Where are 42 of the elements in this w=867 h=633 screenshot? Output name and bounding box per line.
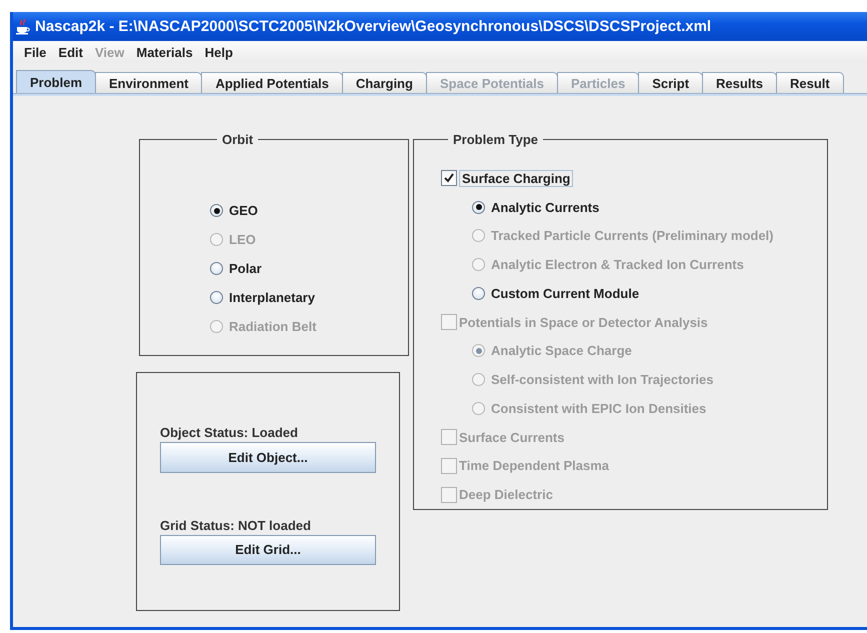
group-title: Orbit — [221, 132, 254, 147]
coffee-cup-icon — [16, 18, 30, 34]
status-label: Grid Status: NOT loaded — [160, 518, 312, 532]
radio-label: Analytic Currents — [491, 200, 600, 215]
checkbox-label: Deep Dielectric — [459, 487, 553, 502]
menu-item[interactable]: Materials — [130, 42, 199, 62]
radio-label: LEO — [229, 232, 256, 247]
edit-button[interactable]: Edit Object... — [160, 442, 376, 472]
radio-button[interactable] — [472, 286, 485, 300]
radio-button[interactable] — [210, 262, 223, 275]
menu-item[interactable]: Help — [198, 42, 239, 62]
tab[interactable]: Environment — [95, 72, 202, 93]
status-label: Object Status: Loaded — [160, 425, 299, 440]
radio-button[interactable] — [210, 291, 223, 304]
menu-item[interactable]: Edit — [52, 42, 89, 62]
tab[interactable]: Charging — [342, 72, 427, 93]
checkbox-label: Surface Charging — [459, 170, 574, 187]
radio-label: Analytic Space Charge — [491, 343, 632, 358]
menu-item[interactable]: File — [18, 42, 52, 62]
radio-button[interactable] — [472, 200, 485, 214]
group-title: Problem Type — [452, 132, 540, 147]
checkbox-label: Surface Currents — [459, 430, 564, 445]
checkbox[interactable] — [441, 170, 457, 186]
radio-label: Analytic Electron & Tracked Ion Currents — [491, 257, 744, 272]
edit-button[interactable]: Edit Grid... — [160, 534, 376, 565]
checkbox-label: Time Dependent Plasma — [459, 458, 610, 474]
radio-label: Self-consistent with Ion Trajectories — [491, 372, 714, 388]
tab[interactable]: Results — [702, 72, 778, 93]
checkbox-label: Potentials in Space or Detector Analysis — [459, 314, 708, 330]
tab[interactable]: Applied Potentials — [201, 72, 343, 93]
radio-label: Custom Current Module — [491, 286, 640, 301]
radio-label: Radiation Belt — [229, 319, 316, 334]
radio-label: Interplanetary — [229, 290, 315, 305]
tab[interactable]: Script — [638, 72, 704, 93]
window-title: Nascap2k - E:\NASCAP2000\SCTC2005\N2kOverview\Geosynchronous\DSCS\DSCSProject.xml — [35, 18, 712, 35]
tab[interactable]: Problem — [16, 70, 96, 93]
radio-label: Tracked Particle Currents (Preliminary model) — [491, 228, 774, 244]
tab[interactable]: Result — [776, 72, 844, 93]
radio-label: Polar — [229, 261, 262, 276]
radio-label: Consistent with EPIC Ion Densities — [491, 400, 706, 416]
radio-label: GEO — [229, 203, 258, 218]
radio-button[interactable] — [210, 204, 223, 217]
